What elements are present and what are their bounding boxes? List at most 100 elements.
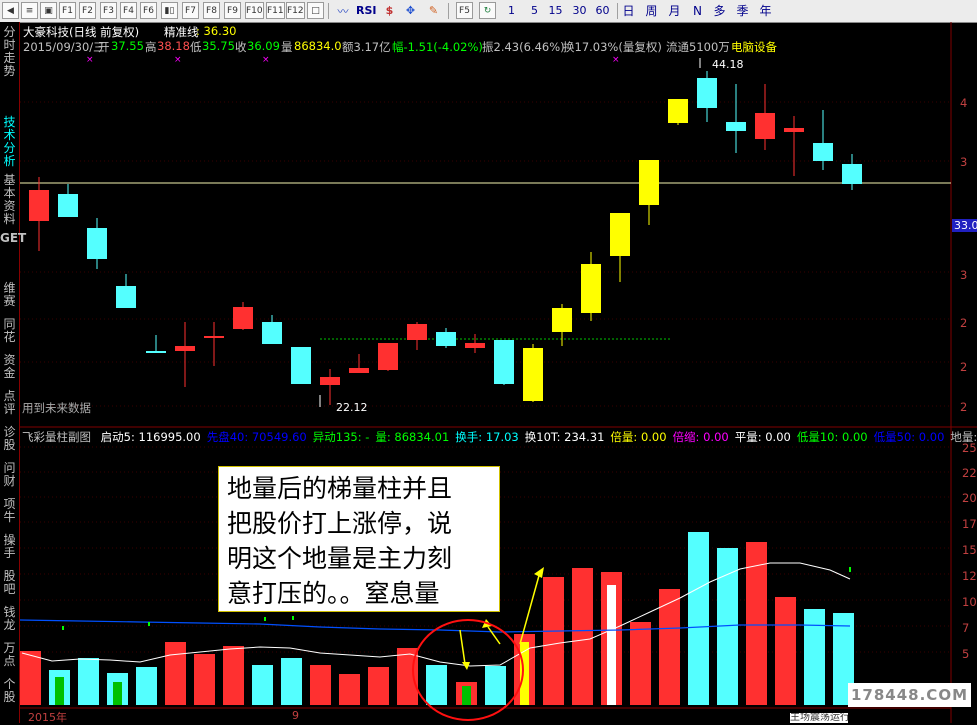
f1-icon[interactable]: F1 [59,2,76,19]
sub-chart-item: 启动5: 116995.00 [100,430,201,444]
candle-body [842,164,862,184]
indicator-chart-icon[interactable]: 〰 [333,2,353,19]
window-icon[interactable]: ▣ [40,2,57,19]
range-n[interactable]: N [689,2,706,19]
period-30[interactable]: 30 [571,2,588,19]
vol-mark [849,567,851,572]
candle-body [349,368,369,373]
sub-chart-item: 先盘40: 70549.60 [206,430,307,444]
pencil-icon[interactable]: ✎ [425,2,442,19]
refresh-icon[interactable]: ↻ [479,2,496,19]
side-tab-gegu[interactable]: 个股 [0,678,19,704]
volume-bar [775,597,796,705]
period-5[interactable]: 5 [526,2,543,19]
side-tab-get[interactable]: GET [0,232,26,272]
amplitude: 振2.43(6.46%) [482,40,565,54]
industry: 电脑设备 [731,40,777,54]
side-tab-fundamentals[interactable]: 基本资料 [0,174,19,226]
back-icon[interactable]: ◀ [2,2,19,19]
sub-chart-item: 量: 86834.01 [375,430,450,444]
side-tab-xiangniu[interactable]: 项牛 [0,498,19,524]
f3-icon[interactable]: F3 [100,2,117,19]
side-tab-funds[interactable]: 资金 [0,354,19,380]
annotation-line: 地量后的梯量柱并且 [227,474,453,503]
side-tab-tonghua[interactable]: 同花 [0,318,19,344]
side-tab-weisai[interactable]: 维赛 [0,282,19,308]
f9-icon[interactable]: F9 [224,2,241,19]
f2-icon[interactable]: F2 [79,2,96,19]
volume-bar [572,568,593,705]
range-month[interactable]: 月 [666,2,683,19]
candle-body [465,343,485,348]
zoom-box-icon[interactable]: □ [307,2,324,19]
side-tab-intraday[interactable]: 分时走势 [0,26,19,78]
sub-chart-item: 倍量: 0.00 [610,430,667,444]
close-value: 36.09 [247,39,280,53]
f11-icon[interactable]: F11 [266,2,285,19]
period-1[interactable]: 1 [503,2,520,19]
f5-button[interactable]: F5 [456,2,473,19]
dollar-icon[interactable]: $ [381,2,398,19]
vol-tick: 15 [962,543,977,557]
range-day[interactable]: 日 [620,2,637,19]
min-price-label: 22.12 [336,401,368,414]
sub-chart-item: 平量: 0.00 [734,430,791,444]
arrow-line [519,571,541,645]
f6-icon[interactable]: F6 [140,2,157,19]
range-week[interactable]: 周 [643,2,660,19]
max-price-label: 44.18 [712,58,744,71]
period-60[interactable]: 60 [594,2,611,19]
side-tab-guba[interactable]: 股吧 [0,570,19,596]
side-tab-caoshou[interactable]: 操手 [0,534,19,560]
side-tab-diagnose[interactable]: 诊股 [0,426,19,452]
vol-tick: 22 [962,466,977,480]
view-list-icon[interactable]: ≡ [21,2,38,19]
high-value: 38.18 [157,39,190,53]
candle-body [813,143,833,161]
kline-chart[interactable]: × × × × [20,22,977,723]
turnover: 换17.03%(量复权) [563,40,662,54]
current-price-tag: 33.0 [952,219,977,232]
candlestick-icon[interactable]: ▮▯ [161,2,178,19]
price-tick: 3 [960,155,968,169]
side-tab-qianlong[interactable]: 钱龙 [0,606,19,632]
side-tab-comment[interactable]: 点评 [0,390,19,416]
vol-mark [264,617,266,621]
volume-bar [543,577,564,705]
rsi-button[interactable]: RSI [356,2,377,19]
candle-body [204,336,224,338]
candle-body [610,213,630,256]
volume-bar-core [462,686,471,705]
side-tab-wencai[interactable]: 问财 [0,462,19,488]
volume-bar [688,532,709,705]
volume-bar [136,667,157,705]
sub-chart-item: 低量50: 0.00 [873,430,945,444]
period-15[interactable]: 15 [547,2,564,19]
vol-tick: 7 [962,621,970,635]
range-season[interactable]: 季 [734,2,751,19]
f10-icon[interactable]: F10 [245,2,264,19]
volume-bar [310,665,331,705]
sub-chart-item: 低量10: 0.00 [796,430,868,444]
move-icon[interactable]: ✥ [402,2,419,19]
side-tab-technical[interactable]: 技术分析 [0,116,19,168]
range-multi[interactable]: 多 [711,2,728,19]
f12-icon[interactable]: F12 [286,2,305,19]
side-tab-wandian[interactable]: 万点 [0,642,19,668]
price-tick: 4 [960,96,968,110]
price-grid [20,101,951,407]
high-label: 高 [145,40,157,54]
candle-body [146,351,166,353]
vol-tick: 5 [962,647,970,661]
candle-body [58,194,78,217]
range-year[interactable]: 年 [757,2,774,19]
f7-icon[interactable]: F7 [182,2,199,19]
f4-icon[interactable]: F4 [120,2,137,19]
volume-bar [281,658,302,705]
sidebar: 分时走势 技术分析 基本资料 GET 维赛 同花 资金 点评 诊股 问财 项牛 … [0,22,26,723]
candle-body [755,113,775,139]
f8-icon[interactable]: F8 [203,2,220,19]
precise-line-value: : 36.30 [196,24,237,38]
x-mark: × [86,55,94,65]
bottom-popup[interactable]: 主场震荡运行？日升敏 [790,713,848,723]
